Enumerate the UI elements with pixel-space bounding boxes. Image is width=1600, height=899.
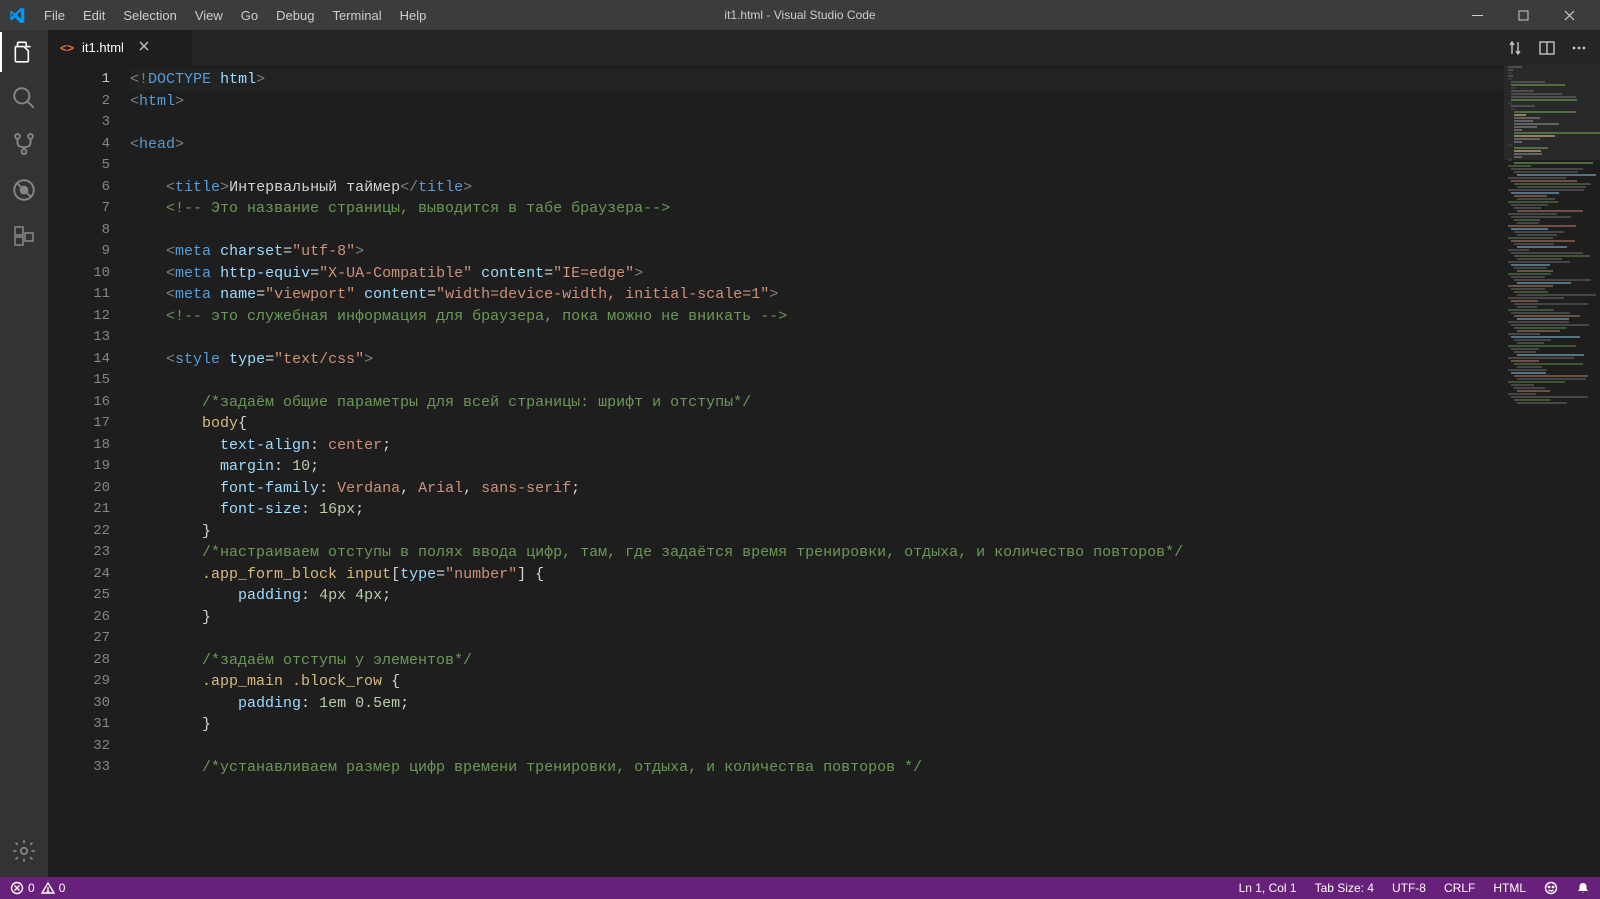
window-title: it1.html - Visual Studio Code bbox=[724, 8, 875, 22]
explorer-icon[interactable] bbox=[10, 38, 38, 66]
window-controls bbox=[1454, 0, 1592, 30]
menu-view[interactable]: View bbox=[187, 4, 231, 27]
search-icon[interactable] bbox=[10, 84, 38, 112]
close-button[interactable] bbox=[1546, 0, 1592, 30]
line-number-gutter: 1234567891011121314151617181920212223242… bbox=[48, 65, 128, 877]
main-area: <> it1.html 12345678910111213 bbox=[0, 30, 1600, 877]
status-notifications-icon[interactable] bbox=[1576, 881, 1590, 895]
status-cursor-position[interactable]: Ln 1, Col 1 bbox=[1239, 881, 1297, 895]
menu-go[interactable]: Go bbox=[233, 4, 266, 27]
tab-label: it1.html bbox=[82, 40, 124, 55]
menu-help[interactable]: Help bbox=[392, 4, 435, 27]
more-actions-icon[interactable] bbox=[1570, 39, 1588, 57]
minimize-button[interactable] bbox=[1454, 0, 1500, 30]
extensions-icon[interactable] bbox=[10, 222, 38, 250]
status-language[interactable]: HTML bbox=[1493, 881, 1526, 895]
vscode-logo-icon bbox=[8, 6, 26, 24]
status-errors-count: 0 bbox=[28, 881, 35, 895]
debug-icon[interactable] bbox=[10, 176, 38, 204]
settings-gear-icon[interactable] bbox=[10, 837, 38, 865]
menu-terminal[interactable]: Terminal bbox=[324, 4, 389, 27]
menu-file[interactable]: File bbox=[36, 4, 73, 27]
editor-wrap: 1234567891011121314151617181920212223242… bbox=[48, 65, 1600, 877]
status-encoding[interactable]: UTF-8 bbox=[1392, 881, 1426, 895]
menu-debug[interactable]: Debug bbox=[268, 4, 322, 27]
editor-actions bbox=[1506, 30, 1600, 65]
split-editor-icon[interactable] bbox=[1538, 39, 1556, 57]
editor[interactable]: 1234567891011121314151617181920212223242… bbox=[48, 65, 1600, 877]
code-area[interactable]: <!DOCTYPE html><html> <head> <title>Инте… bbox=[128, 65, 1503, 877]
editor-group: <> it1.html 12345678910111213 bbox=[48, 30, 1600, 877]
menu-edit[interactable]: Edit bbox=[75, 4, 113, 27]
tab-close-icon[interactable] bbox=[138, 40, 150, 55]
html-file-icon: <> bbox=[60, 41, 74, 55]
status-warnings[interactable]: 0 bbox=[41, 881, 66, 895]
activity-bar bbox=[0, 30, 48, 877]
status-warnings-count: 0 bbox=[59, 881, 66, 895]
tab-it1-html[interactable]: <> it1.html bbox=[48, 30, 193, 65]
status-errors[interactable]: 0 bbox=[10, 881, 35, 895]
status-eol[interactable]: CRLF bbox=[1444, 881, 1475, 895]
compare-changes-icon[interactable] bbox=[1506, 39, 1524, 57]
source-control-icon[interactable] bbox=[10, 130, 38, 158]
title-bar: File Edit Selection View Go Debug Termin… bbox=[0, 0, 1600, 30]
menu-selection[interactable]: Selection bbox=[115, 4, 184, 27]
status-bar: 0 0 Ln 1, Col 1 Tab Size: 4 UTF-8 CRLF H… bbox=[0, 877, 1600, 899]
status-feedback-icon[interactable] bbox=[1544, 881, 1558, 895]
minimap[interactable] bbox=[1503, 65, 1600, 877]
status-tab-size[interactable]: Tab Size: 4 bbox=[1315, 881, 1374, 895]
tab-bar: <> it1.html bbox=[48, 30, 1600, 65]
menu-bar: File Edit Selection View Go Debug Termin… bbox=[36, 4, 434, 27]
maximize-button[interactable] bbox=[1500, 0, 1546, 30]
